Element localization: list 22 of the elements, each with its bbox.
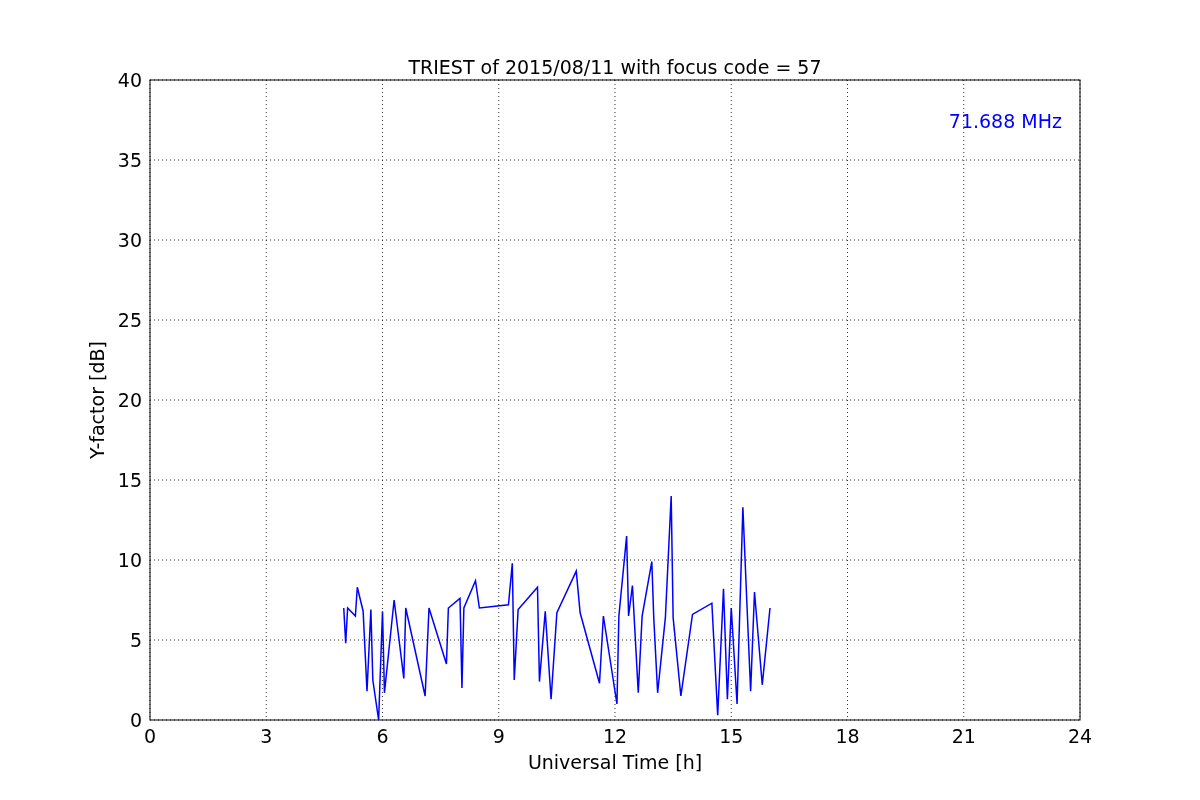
y-axis-label: Y-factor [dB] (86, 341, 108, 459)
y-tick-label: 25 (117, 309, 142, 331)
x-tick-label: 3 (260, 725, 273, 747)
x-tick-label: 12 (602, 725, 628, 747)
y-tick-label: 15 (117, 469, 142, 491)
x-tick-label: 6 (376, 725, 389, 747)
y-tick-label: 40 (117, 69, 142, 91)
y-tick-label: 5 (129, 629, 142, 651)
y-tick-label: 30 (117, 229, 142, 251)
y-tick-label: 20 (117, 389, 142, 411)
x-tick-label: 15 (719, 725, 744, 747)
x-axis-label: Universal Time [h] (527, 751, 703, 773)
series-label: 71.688 MHz (948, 110, 1062, 132)
x-tick-label: 9 (492, 725, 505, 747)
y-tick-label: 35 (117, 149, 142, 171)
x-tick-label: 21 (951, 725, 976, 747)
x-tick-label: 0 (143, 725, 157, 747)
chart-title: TRIEST of 2015/08/11 with focus code = 57 (408, 56, 822, 78)
y-tick-label: 0 (129, 709, 142, 731)
y-tick-label: 10 (117, 549, 142, 571)
x-tick-label: 18 (835, 725, 860, 747)
x-tick-label: 24 (1067, 725, 1093, 747)
